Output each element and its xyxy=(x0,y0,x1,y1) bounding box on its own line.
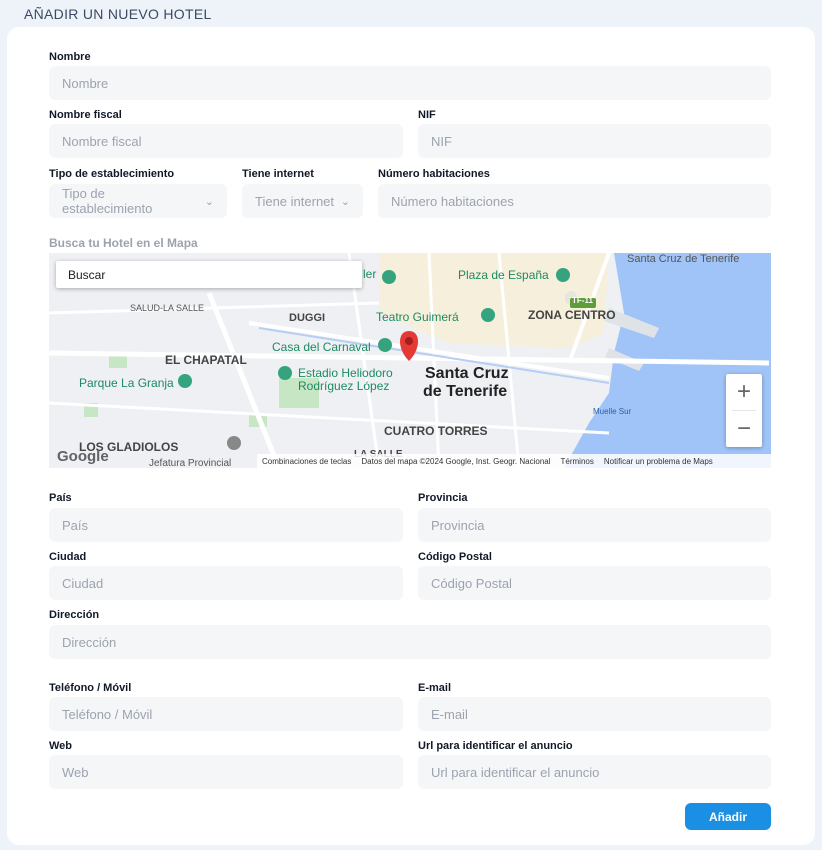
page-title: AÑADIR UN NUEVO HOTEL xyxy=(24,6,212,22)
map-label: Estadio Heliodoro xyxy=(298,366,393,380)
internet-placeholder: Tiene internet xyxy=(255,193,335,209)
map-zoom-control: + − xyxy=(726,374,762,447)
internet-label: Tiene internet xyxy=(242,168,314,180)
direccion-input[interactable]: Dirección xyxy=(49,625,771,659)
tipo-select[interactable]: Tipo de establecimiento ⌄ xyxy=(49,184,227,218)
tipo-label: Tipo de establecimiento xyxy=(49,168,175,180)
url-input[interactable]: Url para identificar el anuncio xyxy=(418,755,771,789)
zoom-in-button[interactable]: + xyxy=(726,374,762,410)
map-title: Busca tu Hotel en el Mapa xyxy=(49,236,198,250)
map[interactable]: Buscar Santa Cruz de Tenerife Plaza de E… xyxy=(49,253,771,468)
map-label: DUGGI xyxy=(289,312,326,324)
nombre-label: Nombre xyxy=(49,51,91,63)
telefono-placeholder: Teléfono / Móvil xyxy=(62,706,153,722)
habitaciones-input[interactable]: Número habitaciones xyxy=(378,184,771,218)
url-placeholder: Url para identificar el anuncio xyxy=(431,764,600,780)
nif-input[interactable]: NIF xyxy=(418,124,771,158)
internet-select[interactable]: Tiene internet ⌄ xyxy=(242,184,363,218)
url-label: Url para identificar el anuncio xyxy=(418,740,573,752)
pais-input[interactable]: País xyxy=(49,508,403,542)
map-label: SALUD-LA SALLE xyxy=(130,303,205,313)
tipo-placeholder: Tipo de establecimiento xyxy=(62,186,153,216)
map-label: ler xyxy=(363,267,377,281)
terms-link[interactable]: Términos xyxy=(561,457,594,466)
nombre-placeholder: Nombre xyxy=(62,75,109,91)
nif-label: NIF xyxy=(418,109,436,121)
map-label: Casa del Carnaval xyxy=(272,340,371,354)
report-link[interactable]: Notificar un problema de Maps xyxy=(604,457,713,466)
provincia-label: Provincia xyxy=(418,492,468,504)
telefono-input[interactable]: Teléfono / Móvil xyxy=(49,697,403,731)
google-logo: Google xyxy=(57,448,109,465)
nombre-fiscal-label: Nombre fiscal xyxy=(49,109,122,121)
map-label: TF-11 xyxy=(572,296,593,305)
map-label: CUATRO TORRES xyxy=(384,424,488,438)
map-attribution: Combinaciones de teclas Datos del mapa ©… xyxy=(257,454,771,468)
nombre-input[interactable]: Nombre xyxy=(49,66,771,100)
email-label: E-mail xyxy=(418,682,452,694)
cp-input[interactable]: Código Postal xyxy=(418,566,771,600)
email-input[interactable]: E-mail xyxy=(418,697,771,731)
add-hotel-button[interactable]: Añadir xyxy=(685,803,771,830)
cp-label: Código Postal xyxy=(418,551,492,563)
map-label: Parque La Granja xyxy=(79,376,174,390)
direccion-label: Dirección xyxy=(49,609,100,621)
cp-placeholder: Código Postal xyxy=(431,575,512,591)
habitaciones-label: Número habitaciones xyxy=(378,168,490,180)
pais-label: País xyxy=(49,492,72,504)
zoom-out-button[interactable]: − xyxy=(726,411,762,447)
email-placeholder: E-mail xyxy=(431,706,468,722)
keyboard-shortcuts-link[interactable]: Combinaciones de teclas xyxy=(262,457,351,466)
chevron-down-icon: ⌄ xyxy=(204,195,214,208)
map-label: Plaza de España xyxy=(458,268,549,282)
ciudad-placeholder: Ciudad xyxy=(62,575,104,591)
provincia-placeholder: Provincia xyxy=(431,517,485,533)
nif-placeholder: NIF xyxy=(431,133,452,149)
map-label: Jefatura Provincial xyxy=(149,458,232,468)
web-input[interactable]: Web xyxy=(49,755,403,789)
map-label: Rodríguez López xyxy=(298,379,390,393)
map-label: EL CHAPATAL xyxy=(165,353,247,367)
map-label: Santa Cruz xyxy=(425,365,509,382)
provincia-input[interactable]: Provincia xyxy=(418,508,771,542)
habitaciones-placeholder: Número habitaciones xyxy=(391,193,514,209)
map-search-placeholder: Buscar xyxy=(68,267,106,282)
web-placeholder: Web xyxy=(62,764,89,780)
chevron-down-icon: ⌄ xyxy=(340,195,350,208)
map-search-input[interactable]: Buscar xyxy=(56,261,362,288)
nombre-fiscal-input[interactable]: Nombre fiscal xyxy=(49,124,403,158)
direccion-placeholder: Dirección xyxy=(62,634,117,650)
telefono-label: Teléfono / Móvil xyxy=(49,682,132,694)
map-data-text: Datos del mapa ©2024 Google, Inst. Geogr… xyxy=(361,456,551,466)
pais-placeholder: País xyxy=(62,517,89,533)
map-label: Muelle Sur xyxy=(593,407,632,416)
ciudad-label: Ciudad xyxy=(49,551,87,563)
nombre-fiscal-placeholder: Nombre fiscal xyxy=(62,133,142,149)
map-label: Teatro Guimerá xyxy=(376,310,459,324)
map-label: ZONA CENTRO xyxy=(528,308,616,322)
map-label: Santa Cruz de Tenerife xyxy=(627,253,740,265)
map-label: de Tenerife xyxy=(423,383,508,400)
ciudad-input[interactable]: Ciudad xyxy=(49,566,403,600)
web-label: Web xyxy=(49,740,73,752)
